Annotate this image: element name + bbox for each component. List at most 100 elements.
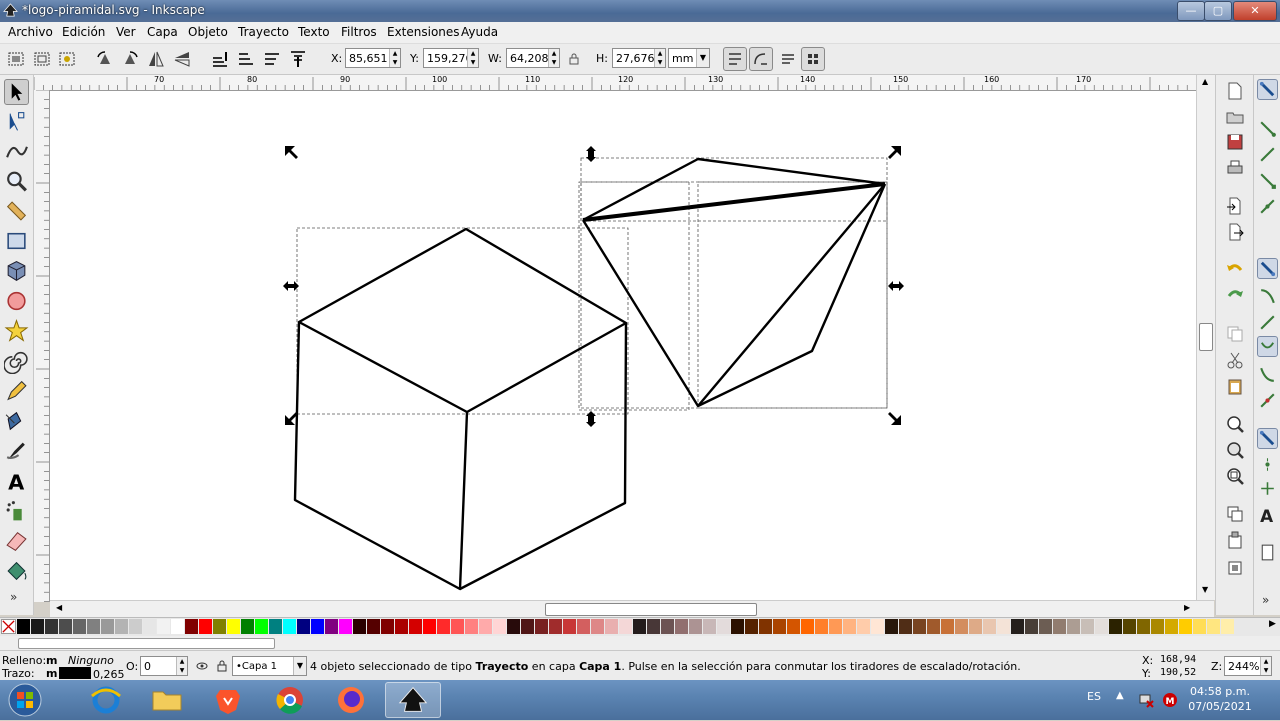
spiral-tool-icon[interactable] [4, 348, 29, 374]
scale-stroke-toggle[interactable] [723, 47, 747, 71]
palette-swatch[interactable] [129, 619, 142, 634]
palette-scrollbar[interactable] [0, 636, 1280, 650]
print-icon[interactable] [1225, 158, 1245, 178]
palette-swatch[interactable] [227, 619, 240, 634]
star-tool-icon[interactable] [4, 318, 29, 344]
rotate-ccw-icon[interactable] [95, 49, 115, 69]
cube-right-face[interactable] [459, 322, 628, 591]
maximize-button[interactable]: ▢ [1204, 1, 1232, 21]
palette-menu-icon[interactable]: ▶ [1269, 619, 1276, 629]
handle-bottom-right[interactable] [888, 412, 901, 425]
horizontal-scroll-thumb[interactable] [545, 603, 757, 616]
palette-swatch[interactable] [1123, 619, 1136, 634]
snap-smooth-icon[interactable] [1257, 364, 1278, 385]
calligraphy-tool-icon[interactable] [4, 438, 29, 464]
snap-others-toggle[interactable] [1257, 428, 1278, 449]
zoom-page-icon[interactable] [1225, 466, 1245, 486]
snap-toggle[interactable] [1257, 79, 1278, 100]
redo-icon[interactable] [1225, 286, 1245, 306]
lock-ratio-icon[interactable] [567, 52, 581, 66]
toolbox-more-icon[interactable]: » [10, 590, 17, 604]
snap-bbox-corner-icon[interactable] [1257, 170, 1278, 191]
text-tool-icon[interactable]: A [4, 468, 29, 494]
move-patterns-toggle[interactable] [801, 47, 825, 71]
taskbar-firefox[interactable] [323, 682, 379, 718]
fill-indicator[interactable]: Ninguno [68, 654, 114, 667]
scroll-right-icon[interactable]: ▶ [1184, 603, 1190, 612]
h-input[interactable]: 27,676 ▲ ▼ [612, 48, 666, 68]
scale-corners-toggle[interactable] [749, 47, 773, 71]
zoom-input[interactable]: 244% ▲ ▼ [1224, 656, 1272, 676]
palette-swatch[interactable] [367, 619, 380, 634]
scroll-down-icon[interactable]: ▼ [1202, 585, 1208, 594]
pyramid-top-edge[interactable] [582, 182, 886, 222]
snap-midpoint-icon[interactable] [1257, 390, 1278, 411]
handle-top-right[interactable] [888, 146, 901, 159]
palette-swatch[interactable] [647, 619, 660, 634]
palette-swatch[interactable] [45, 619, 58, 634]
menu-capa[interactable]: Capa [147, 25, 178, 39]
network-icon[interactable] [1138, 692, 1154, 708]
taskbar-internet-explorer[interactable] [78, 682, 134, 718]
w-input[interactable]: 64,208 ▲ ▼ [506, 48, 560, 68]
menu-texto[interactable]: Texto [298, 25, 330, 39]
deselect-icon[interactable] [57, 49, 77, 69]
palette-swatch[interactable] [759, 619, 772, 634]
zoom-tool-icon[interactable] [4, 168, 29, 194]
lower-icon[interactable] [236, 49, 256, 69]
handle-bottom-mid[interactable] [586, 411, 596, 427]
eraser-tool-icon[interactable] [4, 528, 29, 554]
palette-swatch[interactable] [619, 619, 632, 634]
palette-swatch[interactable] [1025, 619, 1038, 634]
zoom-selection-icon[interactable] [1225, 414, 1245, 434]
flip-horizontal-icon[interactable] [146, 49, 166, 69]
cube-left-face[interactable] [293, 321, 469, 591]
palette-swatch[interactable] [1039, 619, 1052, 634]
taskbar-inkscape[interactable] [385, 682, 441, 718]
vertical-scroll-thumb[interactable] [1199, 323, 1213, 351]
menu-filtros[interactable]: Filtros [341, 25, 377, 39]
palette-swatch[interactable] [843, 619, 856, 634]
snap-intersection-icon[interactable] [1257, 312, 1278, 333]
palette-swatch[interactable] [633, 619, 646, 634]
palette-swatch[interactable] [535, 619, 548, 634]
palette-scroll-thumb[interactable] [18, 638, 275, 649]
palette-swatch[interactable] [913, 619, 926, 634]
palette-swatch[interactable] [745, 619, 758, 634]
duplicate-icon[interactable] [1225, 504, 1245, 524]
handle-mid-right[interactable] [888, 281, 904, 291]
show-hidden-icons[interactable]: ▲ [1116, 690, 1124, 701]
menu-ayuda[interactable]: Ayuda [461, 25, 498, 39]
palette-swatch[interactable] [1053, 619, 1066, 634]
palette-swatch[interactable] [857, 619, 870, 634]
snap-bbox-icon[interactable] [1257, 118, 1278, 139]
palette-swatch[interactable] [73, 619, 86, 634]
snap-center-icon[interactable] [1257, 454, 1278, 475]
palette-swatch[interactable] [493, 619, 506, 634]
palette-swatch[interactable] [381, 619, 394, 634]
menu-edicion[interactable]: Edición [62, 25, 105, 39]
scroll-left-icon[interactable]: ◀ [56, 603, 62, 612]
drawing-canvas[interactable] [50, 91, 1196, 600]
handle-top-left[interactable] [285, 146, 298, 159]
palette-swatch[interactable] [941, 619, 954, 634]
horizontal-scrollbar[interactable]: ◀ ▶ [50, 600, 1214, 617]
palette-swatch[interactable] [1207, 619, 1220, 634]
palette-swatch[interactable] [1011, 619, 1024, 634]
eye-icon[interactable] [196, 660, 208, 672]
snap-rotation-center-icon[interactable] [1257, 478, 1278, 499]
palette-swatch[interactable] [157, 619, 170, 634]
palette-swatch[interactable] [563, 619, 576, 634]
snap-bbox-mid-icon[interactable] [1257, 196, 1278, 217]
palette-swatch[interactable] [997, 619, 1010, 634]
palette-swatch[interactable] [1179, 619, 1192, 634]
palette-swatch[interactable] [1137, 619, 1150, 634]
taskbar-chrome[interactable] [262, 682, 318, 718]
cube-top-face[interactable] [297, 227, 628, 414]
palette-swatch[interactable] [661, 619, 674, 634]
palette-swatch[interactable] [675, 619, 688, 634]
move-gradients-icon[interactable] [778, 49, 798, 69]
palette-swatch[interactable] [1067, 619, 1080, 634]
palette-swatch[interactable] [927, 619, 940, 634]
opacity-input[interactable]: 0 ▲ ▼ [140, 656, 188, 676]
